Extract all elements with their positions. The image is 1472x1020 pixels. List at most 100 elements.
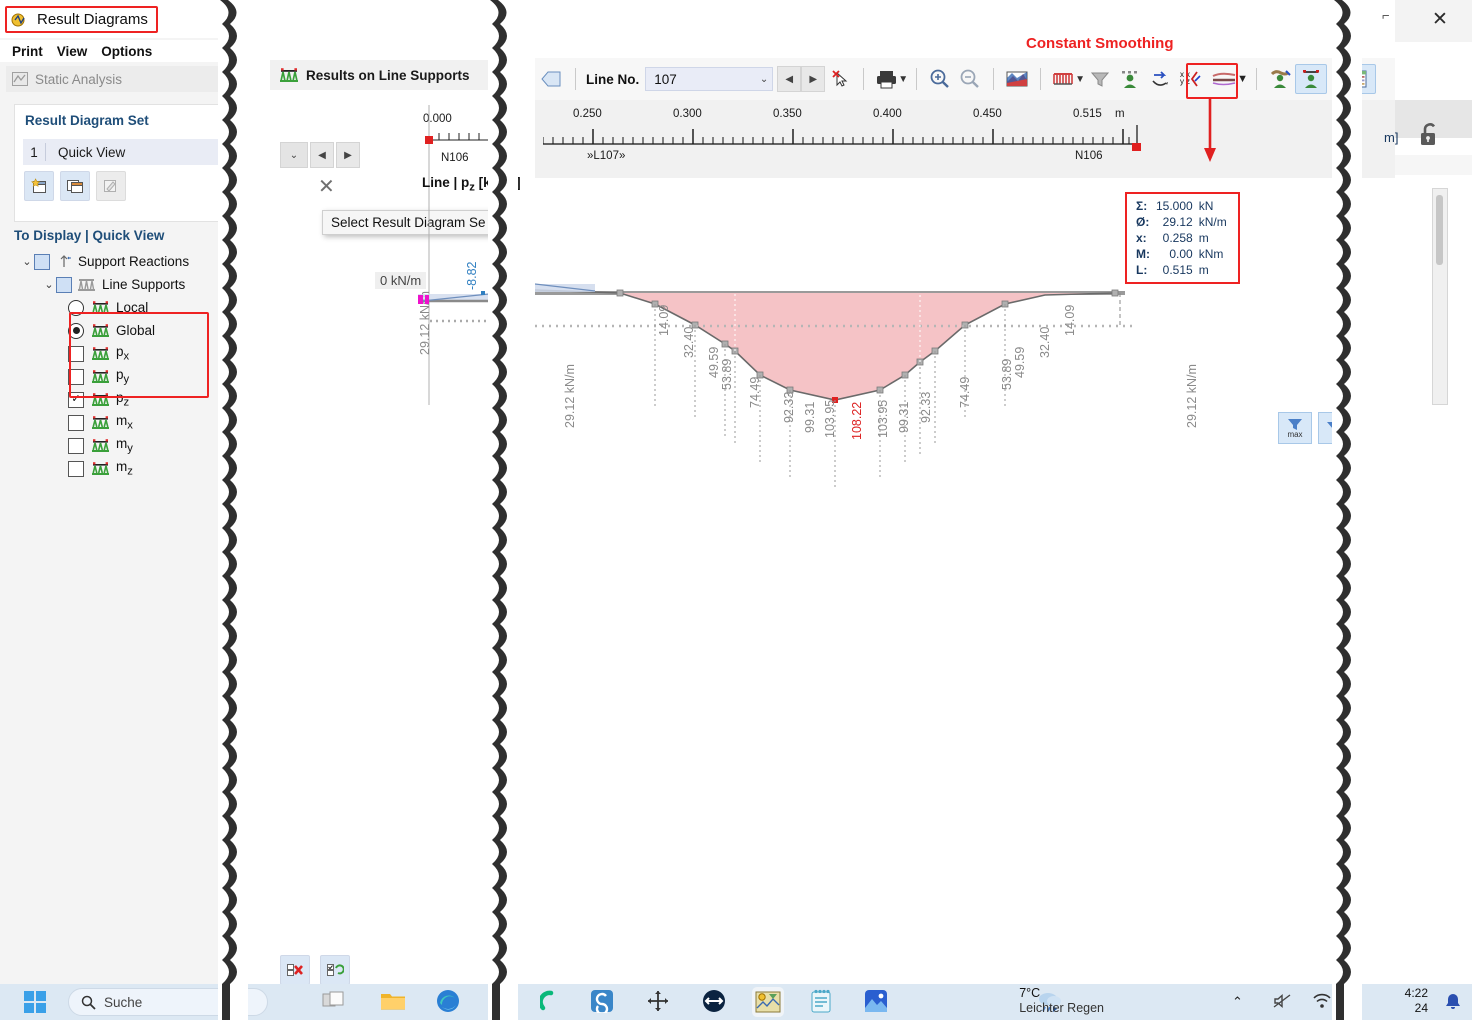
zoom-out-icon[interactable] <box>955 65 985 93</box>
arc-icon[interactable] <box>540 990 562 1012</box>
support-reactions-checkbox[interactable] <box>34 254 50 270</box>
tree-item-mz[interactable]: mz <box>10 457 225 480</box>
px-checkbox[interactable] <box>68 346 84 362</box>
diagram-label-l6: 92.33 <box>782 392 796 423</box>
diagram-style-dropdown-icon[interactable]: ▼ <box>1075 74 1085 85</box>
rfem-icon[interactable] <box>752 987 784 1017</box>
table-scrollbar[interactable] <box>1432 188 1448 405</box>
global-radio[interactable] <box>68 323 84 339</box>
chevron-down-icon[interactable]: ⌄ <box>20 255 34 268</box>
line-support-green-icon <box>92 439 109 453</box>
line-no-combo[interactable]: 107 ⌄ <box>645 67 773 91</box>
unlock-icon[interactable] <box>1418 122 1442 151</box>
dropdown-chevron-icon[interactable]: ⌄ <box>280 142 308 168</box>
table-icon[interactable] <box>1344 64 1376 94</box>
my-checkbox[interactable] <box>68 438 84 454</box>
diagram-label-max: 108.22 <box>850 402 864 440</box>
line-support-green-icon <box>92 324 109 338</box>
explorer-icon[interactable] <box>380 990 406 1012</box>
swap-icon[interactable] <box>1145 65 1175 93</box>
clear-selection-icon[interactable] <box>280 955 310 985</box>
mid-dotted-avg-line <box>430 318 490 324</box>
mx-checkbox[interactable] <box>68 415 84 431</box>
result-diagram-set-row[interactable]: 1 Quick View <box>23 139 228 165</box>
svg-text:y: y <box>1180 77 1184 86</box>
close-window-button[interactable]: ✕ <box>1432 8 1448 31</box>
filter-icon[interactable] <box>1085 65 1115 93</box>
menu-item-view[interactable]: View <box>57 44 88 59</box>
bell-icon[interactable] <box>1444 992 1462 1010</box>
snagit-icon[interactable] <box>590 989 614 1013</box>
tree-item-support-reactions[interactable]: ⌄ Support Reactions <box>10 250 225 273</box>
analysis-type-row[interactable]: Static Analysis <box>6 66 232 92</box>
teamviewer-icon[interactable] <box>702 989 726 1013</box>
next-line-button[interactable]: ▶ <box>801 66 825 92</box>
tree-item-py[interactable]: py <box>10 365 225 388</box>
annotation-arrow <box>1196 60 1226 165</box>
print-dropdown-icon[interactable]: ▼ <box>898 74 908 85</box>
mid-nav-buttons: ⌄ ◀ ▶ <box>280 142 360 168</box>
mz-checkbox[interactable] <box>68 461 84 477</box>
restore-window-icon[interactable]: ⌐ <box>1382 8 1390 23</box>
result-diagram-canvas[interactable]: 29.12 kN/m 29.12 kN/m 14.09 32.40 49.59 … <box>535 178 1395 978</box>
chevron-down-icon[interactable]: ⌄ <box>760 74 768 85</box>
notepad-icon[interactable] <box>810 989 832 1013</box>
line-no-label: Line No. <box>586 72 639 87</box>
filter-icon[interactable] <box>1318 412 1352 444</box>
diagram-label-l5: 74.49 <box>748 377 762 408</box>
support-reaction-icon[interactable] <box>1265 65 1295 93</box>
move-icon[interactable] <box>646 990 670 1012</box>
table-scrollbar-thumb[interactable] <box>1436 195 1443 265</box>
local-radio[interactable] <box>68 300 84 316</box>
support-icon[interactable] <box>1115 65 1145 93</box>
smoothing-dropdown-icon[interactable]: ▼ <box>1237 73 1248 85</box>
back-arrow-icon[interactable] <box>537 65 567 93</box>
start-icon[interactable] <box>22 990 48 1014</box>
tree-item-my[interactable]: my <box>10 434 225 457</box>
result-diagram-set-title: Result Diagram Set <box>25 113 149 128</box>
tree-item-line-supports[interactable]: ⌄ Line Supports <box>10 273 225 296</box>
prev-result-button[interactable]: ◀ <box>310 142 334 168</box>
taskview-icon[interactable] <box>322 990 346 1012</box>
tree-label-mx: mx <box>116 413 133 432</box>
render-icon[interactable] <box>1002 65 1032 93</box>
info-row-moment: M: 0.00 kNm <box>1133 246 1230 262</box>
diagram-label-r5: 53.89 <box>1000 359 1014 390</box>
copy-set-icon[interactable] <box>60 171 90 201</box>
tree-item-local[interactable]: Local <box>10 296 225 319</box>
zoom-in-icon[interactable] <box>925 65 955 93</box>
result-diagrams-icon <box>11 11 31 29</box>
line-no-value: 107 <box>654 72 677 87</box>
pick-cancel-icon[interactable] <box>825 65 855 93</box>
close-result-button[interactable]: ✕ <box>318 174 335 199</box>
chevron-down-icon[interactable]: ⌄ <box>42 278 56 291</box>
refresh-selection-icon[interactable] <box>320 955 350 985</box>
py-checkbox[interactable] <box>68 369 84 385</box>
line-supports-checkbox[interactable] <box>56 277 72 293</box>
tree-item-mx[interactable]: mx <box>10 411 225 434</box>
photos-icon[interactable] <box>864 989 888 1013</box>
ruler-tick-0515: 0.515 <box>1073 108 1102 120</box>
next-result-button[interactable]: ▶ <box>336 142 360 168</box>
taskbar-clock[interactable]: 4:22 24 <box>1405 986 1428 1016</box>
weather-temp: 7°C <box>1019 986 1104 1001</box>
info-row-length: L: 0.515 m <box>1133 262 1230 278</box>
menu-item-print[interactable]: Print <box>12 44 43 59</box>
tree-item-px[interactable]: px <box>10 342 225 365</box>
edge-icon[interactable] <box>436 989 460 1013</box>
no-sound-icon[interactable] <box>1272 992 1292 1010</box>
menu-item-options[interactable]: Options <box>101 44 152 59</box>
search-input[interactable]: Suche <box>68 988 268 1016</box>
support-reaction-sel-icon[interactable] <box>1295 64 1327 94</box>
tree-item-pz[interactable]: ✓ pz <box>10 388 225 411</box>
chevron-up-icon[interactable]: ⌃ <box>1232 994 1243 1010</box>
weather-info[interactable]: 7°C Leichter Regen <box>1019 986 1104 1016</box>
tree-item-global[interactable]: Global <box>10 319 225 342</box>
filter-max-icon[interactable]: max <box>1278 412 1312 444</box>
prev-line-button[interactable]: ◀ <box>777 66 801 92</box>
wifi-icon[interactable] <box>1312 992 1332 1010</box>
new-set-icon[interactable] <box>24 171 54 201</box>
mid-diagram-title: Line | pz [kN/m] <box>422 175 521 194</box>
pz-checkbox[interactable]: ✓ <box>68 392 84 408</box>
results-on-line-supports-panel: Results on Line Supports ⌄ ◀ ▶ ✕ Select … <box>270 0 502 1020</box>
